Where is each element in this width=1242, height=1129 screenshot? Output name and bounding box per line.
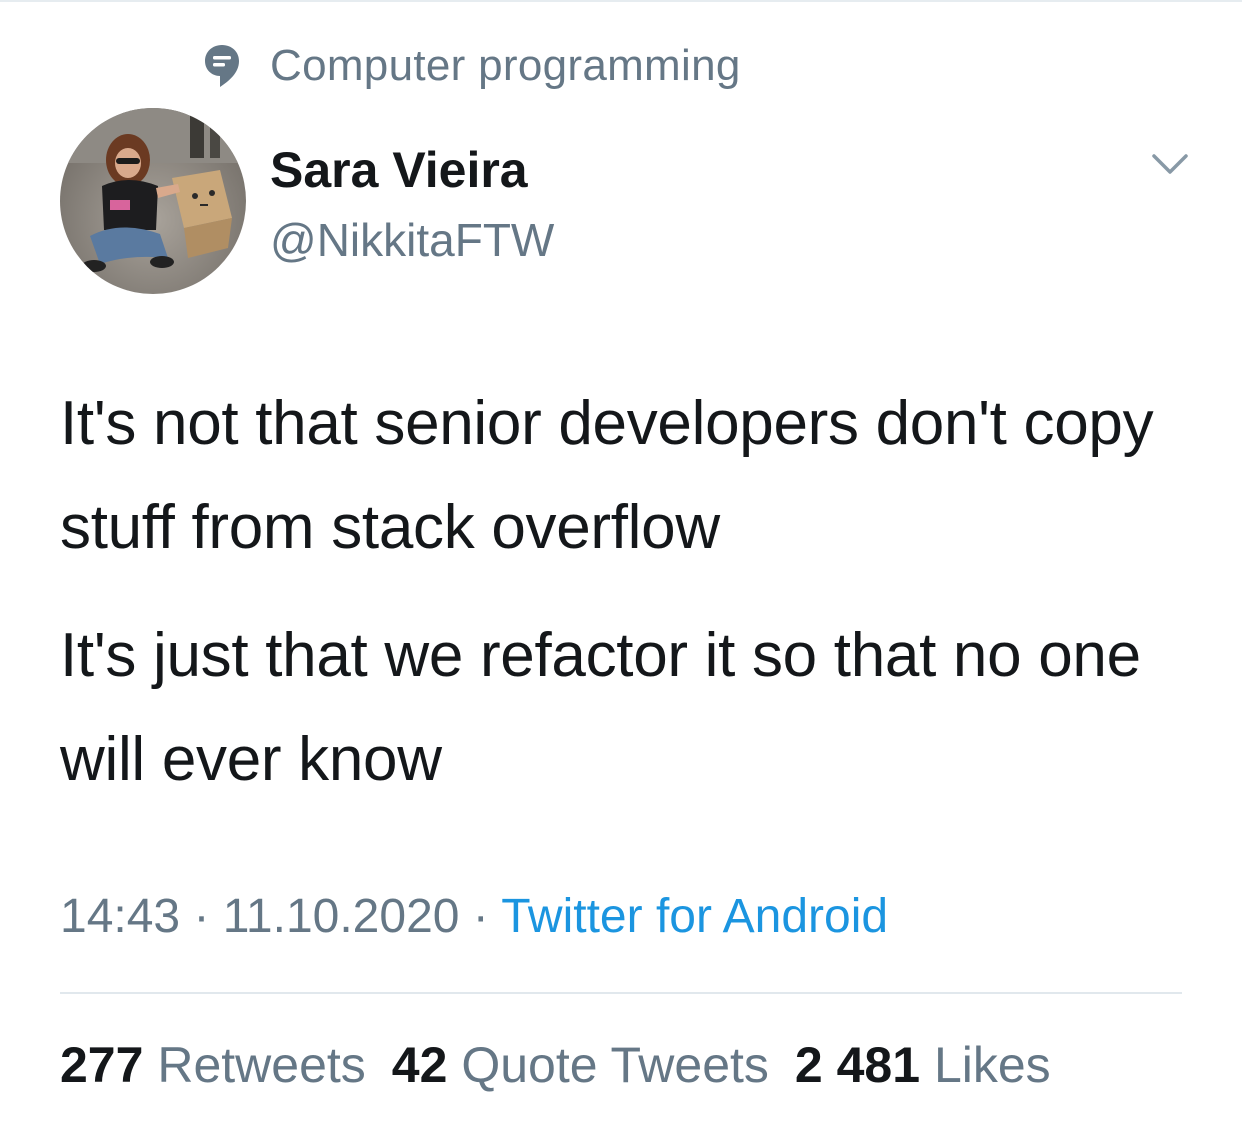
user-handle[interactable]: @NikkitaFTW bbox=[270, 212, 554, 268]
tweet-source-link[interactable]: Twitter for Android bbox=[501, 890, 888, 943]
tweet-paragraph: It's just that we refactor it so that no… bbox=[60, 621, 1141, 794]
speech-bubble-topic-icon bbox=[202, 43, 242, 89]
tweet-body: It's not that senior developers don't co… bbox=[60, 372, 1200, 836]
tweet-paragraph: It's not that senior developers don't co… bbox=[60, 389, 1154, 562]
tweet-date[interactable]: 11.10.2020 bbox=[223, 890, 460, 943]
meta-separator: · bbox=[459, 890, 502, 943]
quote-tweets-label: Quote Tweets bbox=[461, 1037, 769, 1093]
quote-tweets-count: 42 bbox=[391, 1037, 448, 1093]
likes-count: 2 481 bbox=[794, 1037, 921, 1093]
quote-tweets-stat[interactable]: 42 Quote Tweets bbox=[392, 1034, 769, 1096]
tweet-menu-button[interactable] bbox=[1150, 150, 1190, 178]
meta-separator: · bbox=[180, 890, 223, 943]
tweet-time[interactable]: 14:43 bbox=[60, 890, 180, 943]
user-info[interactable]: Sara Vieira @NikkitaFTW bbox=[270, 140, 554, 268]
display-name[interactable]: Sara Vieira bbox=[270, 140, 554, 200]
likes-label: Likes bbox=[933, 1037, 1051, 1093]
chevron-down-icon bbox=[1152, 154, 1188, 174]
top-divider bbox=[0, 0, 1242, 2]
retweets-stat[interactable]: 277 Retweets bbox=[60, 1034, 366, 1096]
retweets-count: 277 bbox=[60, 1037, 144, 1093]
topic-label: Computer programming bbox=[270, 41, 741, 90]
retweets-label: Retweets bbox=[157, 1037, 366, 1093]
stats-divider bbox=[60, 992, 1182, 994]
tweet-stats: 277 Retweets 42 Quote Tweets 2 481 Likes bbox=[60, 1034, 1077, 1096]
avatar[interactable] bbox=[60, 108, 246, 294]
tweet-meta: 14:43 · 11.10.2020 · Twitter for Android bbox=[60, 886, 888, 948]
topic-context[interactable]: Computer programming bbox=[202, 38, 741, 94]
likes-stat[interactable]: 2 481 Likes bbox=[795, 1034, 1051, 1096]
